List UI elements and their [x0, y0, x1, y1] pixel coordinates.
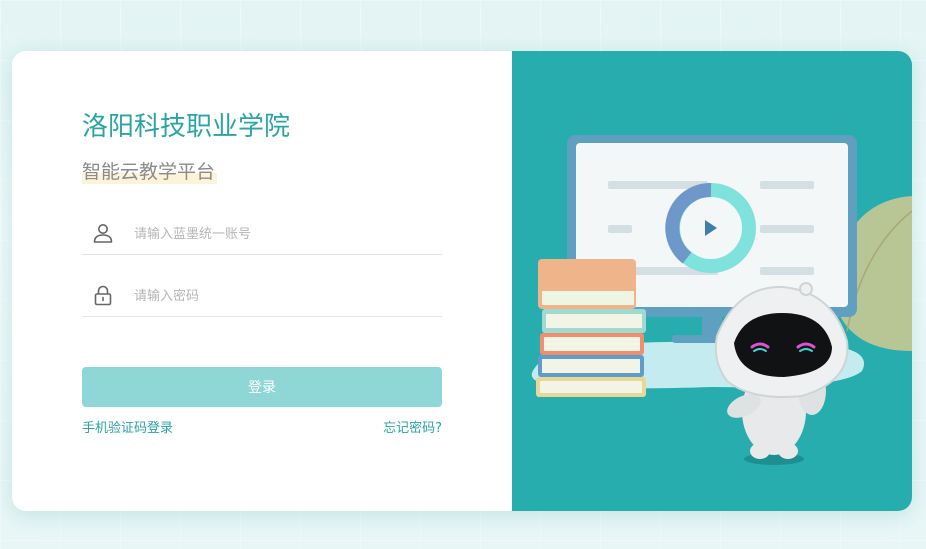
user-icon: [92, 222, 114, 244]
login-card: 洛阳科技职业学院 智能云教学平台 登录 手机验证码登录: [12, 51, 912, 511]
lock-icon: [92, 284, 114, 306]
sms-login-link[interactable]: 手机验证码登录: [82, 417, 173, 436]
password-input[interactable]: [132, 282, 436, 310]
password-field: [82, 276, 442, 317]
login-panel: 洛阳科技职业学院 智能云教学平台 登录 手机验证码登录: [12, 51, 512, 511]
platform-name: 智能云教学平台: [82, 157, 218, 184]
monitor-books-robot-illustration: [531, 135, 912, 465]
illustration-panel: [512, 51, 912, 511]
forgot-password-link[interactable]: 忘记密码?: [383, 417, 442, 436]
account-input[interactable]: [132, 220, 436, 248]
login-button[interactable]: 登录: [82, 367, 442, 407]
account-field: [82, 214, 442, 255]
school-name: 洛阳科技职业学院: [82, 112, 291, 142]
